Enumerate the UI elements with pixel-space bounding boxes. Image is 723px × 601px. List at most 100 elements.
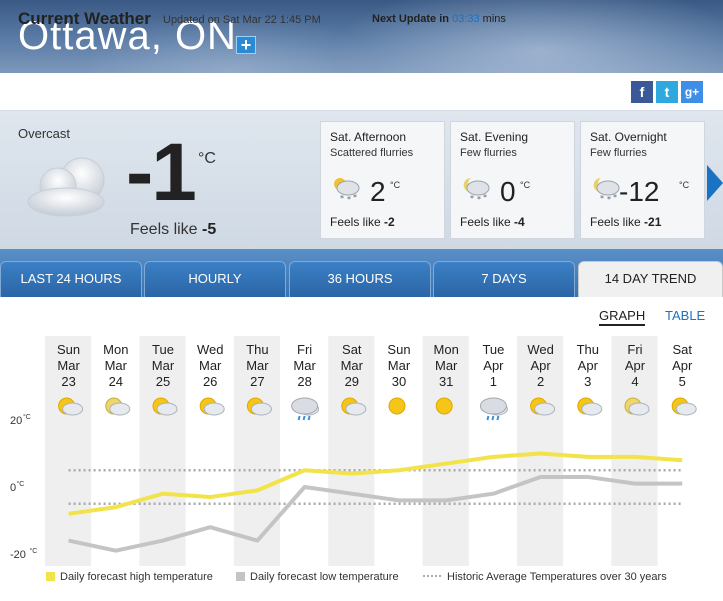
sun-icon <box>530 397 548 415</box>
tab-36-hours[interactable]: 36 HOURS <box>289 261 431 297</box>
google-plus-icon[interactable]: g+ <box>681 81 703 103</box>
day-label: Sun <box>387 342 410 357</box>
day-label: 24 <box>109 374 123 389</box>
current-feels-like: Feels like -5 <box>130 221 216 239</box>
y-tick-label: 0 <box>10 482 16 494</box>
svg-text:*: * <box>340 194 344 203</box>
day-column <box>92 336 139 566</box>
feels-like-value: -2 <box>384 215 395 229</box>
forecast-temperature: -12 <box>619 176 660 207</box>
facebook-icon[interactable]: f <box>631 81 653 103</box>
flurries-moon-icon: * * * <box>463 177 490 204</box>
tab-hourly[interactable]: HOURLY <box>144 261 286 297</box>
forecast-card-afternoon[interactable]: Sat. Afternoon Scattered flurries * * * … <box>320 121 445 239</box>
high-temperature-line <box>68 451 683 516</box>
day-label: 26 <box>203 374 217 389</box>
feels-like-label: Feels like <box>460 215 511 229</box>
next-update-label: Next Update in <box>372 13 450 25</box>
legend-label-low: Daily forecast low temperature <box>250 571 399 583</box>
tab-last-24-hours[interactable]: LAST 24 HOURS <box>0 261 142 297</box>
forecast-card-evening[interactable]: Sat. Evening Few flurries * * * 0 °C Fee… <box>450 121 575 239</box>
day-column <box>422 336 469 566</box>
day-label: Mon <box>103 342 128 357</box>
forecast-feels-like: Feels like -2 <box>330 215 395 229</box>
legend-label-high: Daily forecast high temperature <box>60 571 213 583</box>
feels-like-value: -4 <box>514 215 525 229</box>
svg-text:*: * <box>353 193 357 202</box>
sun-icon <box>199 397 217 415</box>
sun-icon <box>577 397 595 415</box>
graph-view-link[interactable]: GRAPH <box>599 308 646 326</box>
tab-14-day-trend[interactable]: 14 DAY TREND <box>578 261 723 297</box>
next-update: Next Update in 03:33 mins <box>372 13 506 25</box>
current-weather-title: Current Weather <box>18 9 151 28</box>
flurries-sun-icon: * * * <box>334 178 360 204</box>
cloud-icon <box>534 402 556 416</box>
day-column <box>186 336 233 566</box>
current-weather-bar <box>0 73 723 111</box>
day-label: Fri <box>297 342 312 357</box>
day-label: Mar <box>105 358 128 373</box>
next-update-unit: mins <box>482 13 506 25</box>
forecast-temperature-unit: °C <box>679 180 690 190</box>
feels-like-value: -21 <box>644 215 662 229</box>
rain-cloud-icon <box>479 397 507 415</box>
day-label: 3 <box>584 374 591 389</box>
day-label: Mar <box>293 358 316 373</box>
rain-drop-icon <box>491 415 495 421</box>
day-column <box>139 336 186 566</box>
rain-drop-icon <box>486 415 490 421</box>
legend-swatch-high <box>46 572 55 581</box>
cloud-icon <box>298 402 320 416</box>
sun-icon <box>58 397 76 415</box>
feels-like-label: Feels like <box>130 221 198 238</box>
svg-text:*: * <box>600 194 604 203</box>
cloud-icon <box>109 402 131 416</box>
sun-icon <box>246 397 264 415</box>
day-label: Tue <box>152 342 174 357</box>
day-column <box>564 336 611 566</box>
twitter-icon[interactable]: t <box>656 81 678 103</box>
forecast-summary: Scattered flurries <box>330 147 414 159</box>
day-label: Wed <box>527 342 554 357</box>
day-column <box>611 336 658 566</box>
forecast-period: Sat. Afternoon <box>330 130 407 144</box>
cloud-icon <box>486 402 508 416</box>
feels-like-value: -5 <box>202 221 217 238</box>
forecast-temperature-unit: °C <box>390 180 401 190</box>
current-condition: Overcast <box>18 126 71 141</box>
day-label: 30 <box>392 374 406 389</box>
cloud-icon <box>628 402 650 416</box>
day-label: Apr <box>530 358 551 373</box>
sun-icon <box>435 397 453 415</box>
forecast-feels-like: Feels like -21 <box>590 215 661 229</box>
day-column <box>469 336 516 566</box>
day-label: 31 <box>439 374 453 389</box>
day-label: 29 <box>345 374 359 389</box>
y-tick-unit: °C <box>17 480 25 488</box>
day-column <box>281 336 328 566</box>
next-forecast-arrow[interactable] <box>707 165 723 201</box>
table-view-link[interactable]: TABLE <box>665 308 705 323</box>
forecast-temperature-unit: °C <box>520 180 531 190</box>
day-label: 27 <box>250 374 264 389</box>
day-label: 23 <box>61 374 75 389</box>
tab-7-days[interactable]: 7 DAYS <box>433 261 575 297</box>
forecast-card-overnight[interactable]: Sat. Overnight Few flurries * * * -12 °C… <box>580 121 705 239</box>
legend-swatch-historic <box>423 575 441 577</box>
low-temperature-line <box>68 474 683 553</box>
updated-time: Updated on Sat Mar 22 1:45 PM <box>163 14 321 26</box>
day-label: 28 <box>297 374 311 389</box>
day-label: Apr <box>578 358 599 373</box>
rain-drop-icon <box>496 415 500 421</box>
current-temperature-unit: °C <box>198 150 216 167</box>
day-label: 1 <box>490 374 497 389</box>
day-column <box>658 336 705 566</box>
legend-label-historic: Historic Average Temperatures over 30 ye… <box>447 571 667 583</box>
y-tick-label: 20 <box>10 415 22 427</box>
day-label: Apr <box>672 358 693 373</box>
add-location-button[interactable]: + <box>236 36 256 54</box>
rain-drop-icon <box>297 415 301 421</box>
day-label: Mar <box>341 358 364 373</box>
day-label: Mar <box>388 358 411 373</box>
